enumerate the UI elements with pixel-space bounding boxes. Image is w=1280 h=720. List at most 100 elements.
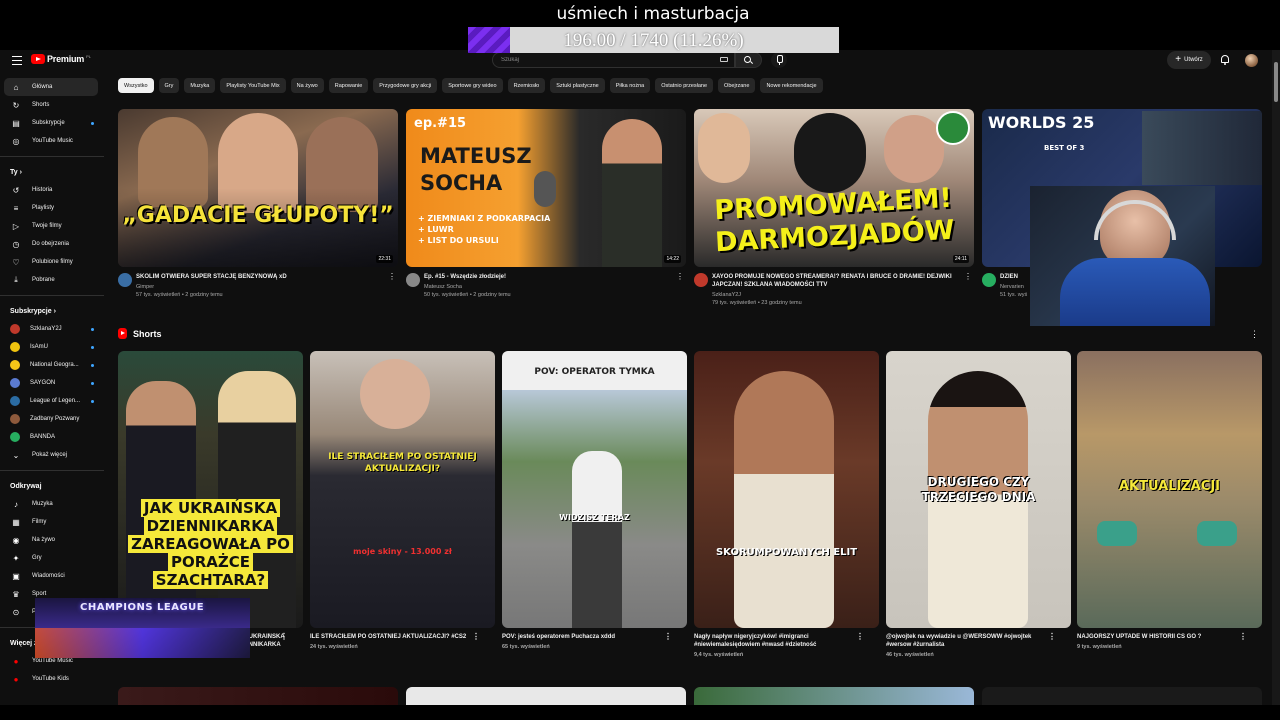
channel-avatar[interactable] — [118, 273, 132, 287]
chip[interactable]: Piłka nożna — [609, 78, 651, 93]
channel-avatar[interactable] — [406, 273, 420, 287]
video-card[interactable]: PROMOWAŁEM! DARMOZJADÓW 24:11 XAYOO PROM… — [694, 109, 974, 306]
account-avatar[interactable] — [1245, 54, 1258, 67]
search-input[interactable] — [501, 57, 711, 63]
short-thumbnail[interactable]: ILE STRACIŁEM PO OSTATNIEJ AKTUALIZACJI?… — [310, 351, 495, 628]
chip[interactable]: Playlisty YouTube Mix — [220, 78, 286, 93]
video-card[interactable]: „GADACIE GŁUPOTY!” 22:31 SKOLIM OTWIERA … — [118, 109, 398, 298]
keyboard-icon[interactable] — [720, 57, 728, 62]
channel-avatar[interactable] — [694, 273, 708, 287]
short-thumbnail[interactable]: SKORUMPOWANYCH ELIT — [694, 351, 879, 628]
video-thumbnail-partial[interactable] — [982, 687, 1262, 705]
short-thumbnail[interactable]: POV: OPERATOR TYMKA WIDZISZ TERAZ — [502, 351, 687, 628]
sidebar-item-playlists[interactable]: ≡ Playlisty — [0, 199, 106, 217]
short-title[interactable]: ILE STRACIŁEM PO OSTATNIEJ AKTUALIZACJI?… — [310, 633, 480, 651]
sidebar-channel[interactable]: National Geogra... — [0, 356, 106, 374]
youtube-logo[interactable]: Premium PL — [31, 54, 91, 64]
chip[interactable]: Rzemiosło — [507, 78, 546, 93]
scrollbar-thumb[interactable] — [1274, 62, 1278, 102]
short-card[interactable]: ILE STRACIŁEM PO OSTATNIEJ AKTUALIZACJI?… — [310, 351, 495, 651]
channel-name[interactable]: Mateusz Socha — [424, 284, 686, 290]
chevron-right-icon: › — [19, 168, 22, 176]
sidebar-item-youtube-music[interactable]: ◎ YouTube Music — [0, 132, 106, 150]
video-title[interactable]: SKOLIM OTWIERA SUPER STACJĘ BENZYNOWĄ xD — [136, 273, 391, 281]
channel-name[interactable]: Gimper — [136, 284, 398, 290]
channel-avatar[interactable] — [982, 273, 996, 287]
more-options-icon[interactable]: ⋮ — [964, 273, 972, 281]
chip[interactable]: Obejrzane — [718, 78, 756, 93]
chip[interactable]: Gry — [158, 78, 180, 93]
video-thumbnail[interactable]: PROMOWAŁEM! DARMOZJADÓW 24:11 — [694, 109, 974, 267]
channel-name[interactable]: SzklanaY2J — [712, 292, 974, 298]
sidebar-channel[interactable]: League of Legen... — [0, 392, 106, 410]
video-thumbnail[interactable]: „GADACIE GŁUPOTY!” 22:31 — [118, 109, 398, 267]
sidebar-item-downloads[interactable]: ⤓ Pobrane — [0, 271, 106, 289]
chip[interactable]: Sportowe gry wideo — [442, 78, 503, 93]
sidebar-item-shorts[interactable]: ↻ Shorts — [0, 96, 106, 114]
chip[interactable]: Nowe rekomendacje — [760, 78, 823, 93]
sidebar-item-news[interactable]: ▣ Wiadomości — [0, 567, 106, 585]
short-card[interactable]: AKTUALIZACJI NAJGORSZY UPTADE W HISTORII… — [1077, 351, 1262, 651]
more-options-icon[interactable]: ⋮ — [1250, 329, 1259, 340]
chip-all[interactable]: Wszystko — [118, 78, 154, 93]
chip[interactable]: Przygodowe gry akcji — [373, 78, 438, 93]
video-title[interactable]: XAYOO PROMUJE NOWEGO STREAMERA!? RENATA … — [712, 273, 967, 289]
short-title[interactable]: Nagły napływ nigeryjczyków! #imigranci #… — [694, 633, 864, 659]
short-title[interactable]: NAJGORSZY UPTADE W HISTORII CS GO ? ⋮ 9 … — [1077, 633, 1247, 651]
chip[interactable]: Na żywo — [290, 78, 324, 93]
search-button[interactable] — [735, 52, 762, 68]
short-title[interactable]: POV: jesteś operatorem Puchacza xddd ⋮ 6… — [502, 633, 672, 651]
sidebar-show-more[interactable]: ⌄ Pokaż więcej — [0, 446, 106, 464]
more-options-icon[interactable]: ⋮ — [388, 273, 396, 281]
more-options-icon[interactable]: ⋮ — [280, 633, 288, 641]
more-options-icon[interactable]: ⋮ — [1239, 633, 1247, 641]
more-options-icon[interactable]: ⋮ — [472, 633, 480, 641]
sidebar-channel[interactable]: IsAmU — [0, 338, 106, 356]
video-card[interactable]: ep.#15 MATEUSZ SOCHA + ZIEMNIAKI Z PODKA… — [406, 109, 686, 298]
voice-search-icon[interactable] — [771, 52, 787, 68]
sidebar-heading-subscriptions[interactable]: Subskrypcje › — [0, 302, 106, 320]
short-thumbnail[interactable]: DRUGIEGO CZY TRZECIEGO DNIA — [886, 351, 1071, 628]
sidebar-heading-label: Ty — [10, 168, 18, 176]
sidebar-heading-you[interactable]: Ty › — [0, 163, 106, 181]
more-options-icon[interactable]: ⋮ — [1048, 633, 1056, 641]
menu-icon[interactable] — [12, 56, 22, 65]
short-card[interactable]: POV: OPERATOR TYMKA WIDZISZ TERAZ POV: j… — [502, 351, 687, 651]
chip[interactable]: Muzyka — [184, 78, 216, 93]
sidebar-item-watch-later[interactable]: ◷ Do obejrzenia — [0, 235, 106, 253]
sidebar-item-subscriptions[interactable]: ▤ Subskrypcje — [0, 114, 106, 132]
page-scrollbar[interactable] — [1272, 50, 1280, 705]
more-options-icon[interactable]: ⋮ — [856, 633, 864, 641]
sidebar-item-home[interactable]: ⌂ Główna — [4, 78, 98, 96]
video-thumbnail-partial[interactable] — [406, 687, 686, 705]
short-card[interactable]: SKORUMPOWANYCH ELIT Nagły napływ nigeryj… — [694, 351, 879, 659]
sidebar-channel[interactable]: BANNDA — [0, 428, 106, 446]
sidebar-item-your-videos[interactable]: ▷ Twoje filmy — [0, 217, 106, 235]
sidebar-item-music[interactable]: ♪ Muzyka — [0, 495, 106, 513]
chip[interactable]: Rapowanie — [328, 78, 369, 93]
sidebar-channel[interactable]: SzklanaY2J — [0, 320, 106, 338]
sidebar-item-label: Zadbany Pozwany — [30, 416, 80, 422]
short-card[interactable]: DRUGIEGO CZY TRZECIEGO DNIA @ojwojtek na… — [886, 351, 1071, 659]
more-options-icon[interactable]: ⋮ — [664, 633, 672, 641]
sidebar-channel[interactable]: Zadbany Pozwany — [0, 410, 106, 428]
notifications-bell-icon[interactable] — [1221, 55, 1229, 65]
sidebar-item-youtube-kids[interactable]: ● YouTube Kids — [0, 670, 106, 688]
chip[interactable]: Ostatnio przesłane — [655, 78, 714, 93]
more-options-icon[interactable]: ⋮ — [676, 273, 684, 281]
video-title[interactable]: Ep. #15 - Wszędzie złodzieje! — [424, 273, 679, 281]
short-title[interactable]: @ojwojtek na wywiadzie u @WERSOWW #ojwoj… — [886, 633, 1056, 659]
short-thumbnail[interactable]: JAK UKRAIŃSKA DZIENNIKARKA ZAREAGOWAŁA P… — [118, 351, 303, 628]
sidebar-item-history[interactable]: ↺ Historia — [0, 181, 106, 199]
video-thumbnail[interactable]: ep.#15 MATEUSZ SOCHA + ZIEMNIAKI Z PODKA… — [406, 109, 686, 267]
short-thumbnail[interactable]: AKTUALIZACJI — [1077, 351, 1262, 628]
create-button[interactable]: + Utwórz — [1167, 51, 1211, 69]
sidebar-item-films[interactable]: ▦ Filmy — [0, 513, 106, 531]
sidebar-item-gaming[interactable]: ✦ Gry — [0, 549, 106, 567]
sidebar-channel[interactable]: SAYGON — [0, 374, 106, 392]
video-thumbnail-partial[interactable] — [118, 687, 398, 705]
sidebar-item-liked-videos[interactable]: ♡ Polubione filmy — [0, 253, 106, 271]
chip[interactable]: Sztuki plastyczne — [550, 78, 605, 93]
video-thumbnail-partial[interactable] — [694, 687, 974, 705]
sidebar-item-live[interactable]: ◉ Na żywo — [0, 531, 106, 549]
